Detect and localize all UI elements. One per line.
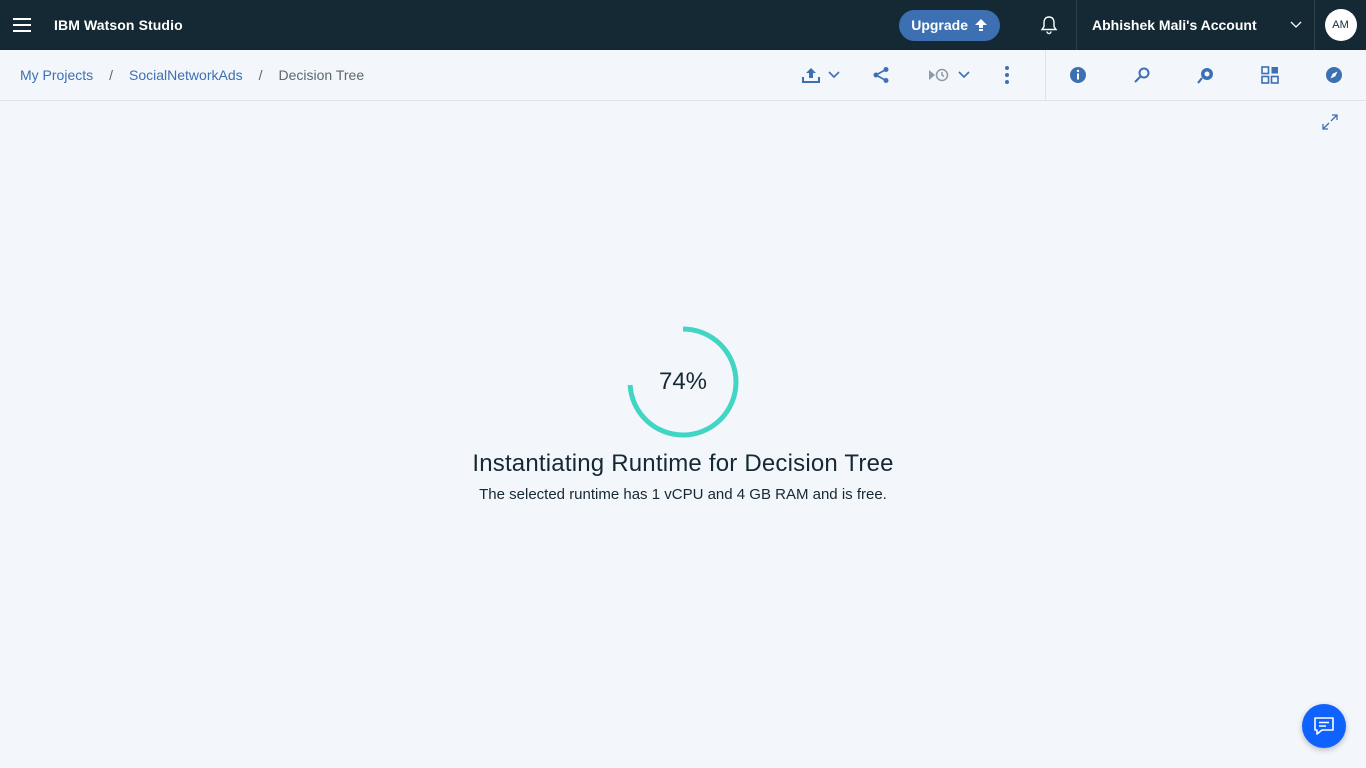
breadcrumb-my-projects[interactable]: My Projects <box>20 67 93 83</box>
chat-icon <box>1314 717 1334 735</box>
runtime-loader: 74% Instantiating Runtime for Decision T… <box>0 320 1366 503</box>
notifications-bell-icon[interactable] <box>1024 0 1074 50</box>
top-navigation-bar: IBM Watson Studio Upgrade Abhishek Mali'… <box>0 0 1366 50</box>
data-assets-icon <box>1261 66 1279 84</box>
overflow-menu-icon <box>1005 66 1009 84</box>
discover-icon <box>1326 67 1342 83</box>
upgrade-label: Upgrade <box>911 17 968 33</box>
breadcrumb-project[interactable]: SocialNetworkAds <box>129 67 243 83</box>
loader-subtitle: The selected runtime has 1 vCPU and 4 GB… <box>479 486 887 503</box>
info-icon <box>1070 67 1086 83</box>
chevron-down-icon <box>828 71 840 79</box>
schedule-icon <box>929 68 949 82</box>
account-name: Abhishek Mali's Account <box>1092 17 1257 33</box>
loader-title: Instantiating Runtime for Decision Tree <box>472 450 894 477</box>
breadcrumb-separator: / <box>109 67 114 83</box>
version-button[interactable] <box>1174 50 1238 100</box>
upgrade-button[interactable]: Upgrade <box>899 9 1000 41</box>
arrow-up-icon <box>975 19 987 31</box>
chevron-down-icon <box>1290 21 1302 28</box>
breadcrumb-current: Decision Tree <box>278 67 365 83</box>
breadcrumb: My Projects / SocialNetworkAds / Decisio… <box>0 67 364 83</box>
overflow-menu-button[interactable] <box>985 50 1029 100</box>
upload-icon <box>802 68 820 83</box>
hamburger-menu-icon[interactable] <box>0 0 44 50</box>
version-icon <box>1197 68 1213 84</box>
chevron-down-icon <box>958 71 970 79</box>
chat-support-button[interactable] <box>1302 704 1346 748</box>
progress-ring: 74% <box>621 320 745 444</box>
app-title[interactable]: IBM Watson Studio <box>54 17 183 33</box>
data-assets-button[interactable] <box>1238 50 1302 100</box>
breadcrumb-separator: / <box>258 67 263 83</box>
info-button[interactable] <box>1046 50 1110 100</box>
upload-menu-button[interactable] <box>793 50 849 100</box>
avatar[interactable]: AM <box>1324 9 1357 41</box>
find-replace-icon <box>1134 67 1150 83</box>
share-icon <box>873 67 889 83</box>
account-switcher[interactable]: Abhishek Mali's Account <box>1076 0 1314 50</box>
progress-percentage: 74% <box>658 368 708 395</box>
schedule-menu-button[interactable] <box>913 50 985 100</box>
share-button[interactable] <box>849 50 913 100</box>
find-replace-button[interactable] <box>1110 50 1174 100</box>
expand-icon[interactable] <box>1320 112 1340 132</box>
discover-button[interactable] <box>1302 50 1366 100</box>
project-toolbar: My Projects / SocialNetworkAds / Decisio… <box>0 50 1366 101</box>
